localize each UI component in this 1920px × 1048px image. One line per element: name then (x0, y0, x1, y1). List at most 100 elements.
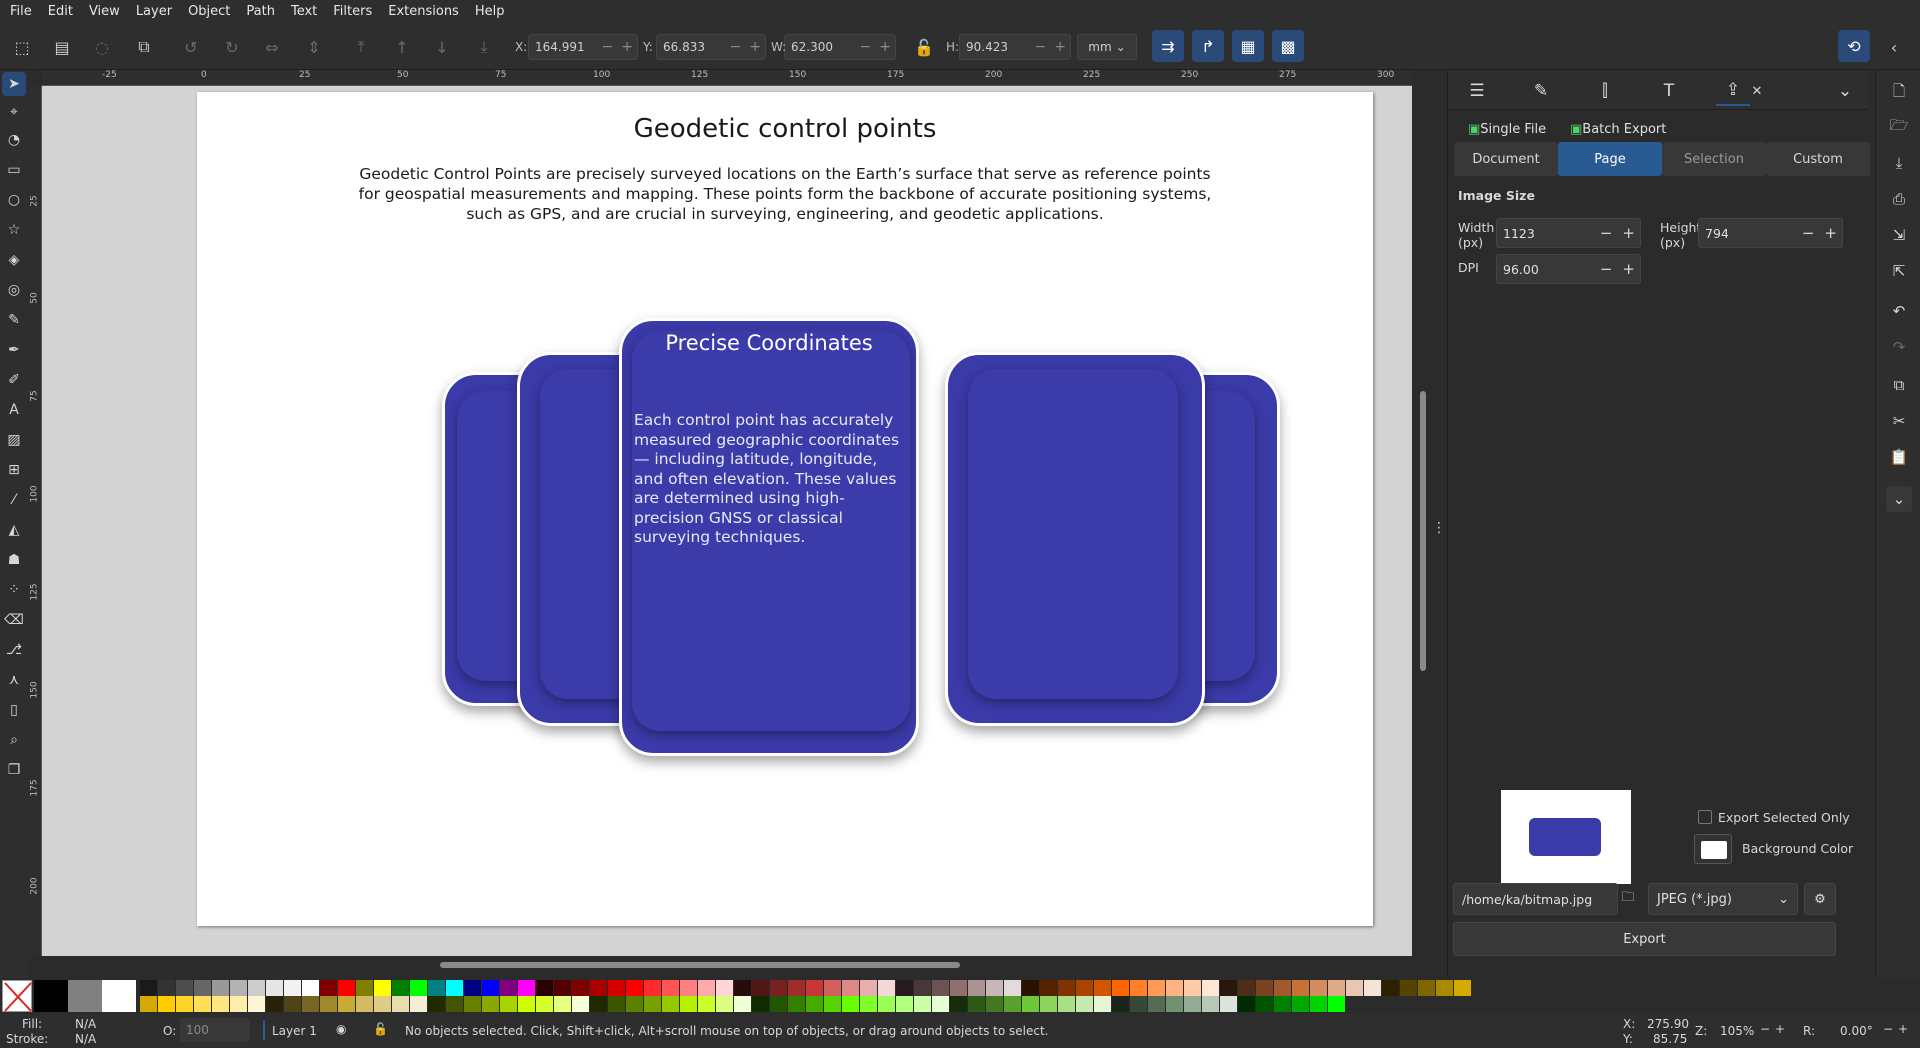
gradient-tool-icon[interactable]: ▨ (2, 428, 26, 452)
color-swatch[interactable] (842, 996, 859, 1012)
rotation-value[interactable]: 0.00° (1840, 1024, 1873, 1038)
area-custom-button[interactable]: Custom (1766, 142, 1870, 176)
color-swatch[interactable] (770, 996, 787, 1012)
box3d-tool-icon[interactable]: ◈ (2, 248, 26, 272)
chevron-down-icon[interactable]: ⌄ (1828, 76, 1862, 106)
plus-icon[interactable]: + (1617, 260, 1640, 278)
color-swatch[interactable] (212, 996, 229, 1012)
color-swatch[interactable] (626, 996, 643, 1012)
pages-tool-icon[interactable]: ❐ (2, 758, 26, 782)
zoom-tool-icon[interactable]: ⌕ (2, 728, 26, 752)
color-swatch[interactable] (176, 996, 193, 1012)
menu-text[interactable]: Text (283, 0, 325, 24)
color-swatch[interactable] (896, 980, 913, 996)
color-swatch[interactable] (410, 980, 427, 996)
plus-icon[interactable]: + (1617, 224, 1640, 242)
color-swatch[interactable] (1418, 980, 1435, 996)
color-swatch[interactable] (824, 980, 841, 996)
open-file-icon[interactable]: 🗁 (1886, 114, 1912, 140)
color-swatch[interactable] (1058, 980, 1075, 996)
color-swatch[interactable] (1184, 996, 1201, 1012)
raise-icon[interactable]: ↑ (388, 33, 416, 61)
color-swatch[interactable] (734, 996, 751, 1012)
color-swatch[interactable] (356, 996, 373, 1012)
menu-help[interactable]: Help (467, 0, 513, 24)
single-file-tab[interactable]: ▣Single File (1468, 122, 1546, 137)
menu-path[interactable]: Path (238, 0, 283, 24)
white-swatch[interactable] (102, 980, 136, 1012)
y-field[interactable]: Y: 66.833 − + (643, 34, 766, 60)
color-swatch[interactable] (500, 980, 517, 996)
move-patterns-icon[interactable]: ▩ (1272, 30, 1304, 62)
color-swatch[interactable] (752, 980, 769, 996)
card-title[interactable]: Precise Coordinates (622, 331, 916, 355)
document-page[interactable]: Geodetic control points Geodetic Control… (197, 92, 1373, 926)
color-swatch[interactable] (374, 980, 391, 996)
width-input[interactable]: 1123 − + (1496, 218, 1641, 248)
color-swatch[interactable] (500, 996, 517, 1012)
node-tool-icon[interactable]: ⌖ (2, 100, 26, 124)
color-swatch[interactable] (1148, 980, 1165, 996)
cut-icon[interactable]: ✂ (1886, 408, 1912, 434)
plus-icon[interactable]: + (745, 39, 765, 55)
spiral-tool-icon[interactable]: ◎ (2, 278, 26, 302)
pencil-tool-icon[interactable]: ✎ (2, 308, 26, 332)
color-swatch[interactable] (302, 996, 319, 1012)
color-swatch[interactable] (1436, 980, 1453, 996)
dropper-tool-icon[interactable]: ⁄ (2, 488, 26, 512)
minus-icon[interactable]: − (1797, 224, 1820, 242)
paste-icon[interactable]: 📋 (1886, 444, 1912, 470)
color-swatch[interactable] (428, 980, 445, 996)
color-swatch[interactable] (806, 980, 823, 996)
dpi-input[interactable]: 96.00 − + (1496, 254, 1641, 284)
color-swatch[interactable] (878, 996, 895, 1012)
plus-icon[interactable]: + (617, 39, 637, 55)
color-swatch[interactable] (482, 980, 499, 996)
black-swatch[interactable] (34, 980, 68, 1012)
color-swatch[interactable] (1292, 980, 1309, 996)
vertical-scrollbar[interactable] (1419, 86, 1427, 956)
color-swatch[interactable] (536, 980, 553, 996)
color-swatch[interactable] (1220, 996, 1237, 1012)
minus-icon[interactable]: − (726, 39, 746, 55)
copy-icon[interactable]: ⧉ (1886, 372, 1912, 398)
menu-file[interactable]: File (2, 0, 40, 24)
shape-builder-icon[interactable]: ◔ (2, 128, 26, 152)
layer-name[interactable]: Layer 1 (272, 1024, 317, 1038)
minus-icon[interactable]: − (1595, 224, 1618, 242)
align-tab-icon[interactable]: ⫿ (1588, 76, 1622, 106)
redo-icon[interactable]: ↷ (1886, 334, 1912, 360)
color-swatch[interactable] (1310, 980, 1327, 996)
minus-icon[interactable]: − (598, 39, 618, 55)
select-same-icon[interactable]: ⧉ (130, 33, 158, 61)
color-swatch[interactable] (518, 980, 535, 996)
move-gradients-icon[interactable]: ▦ (1232, 30, 1264, 62)
horizontal-scrollbar[interactable] (440, 962, 960, 968)
raise-to-top-icon[interactable]: ⤒ (347, 33, 375, 61)
scrollbar-thumb[interactable] (1420, 391, 1426, 671)
pen-tool-icon[interactable]: ✒ (2, 338, 26, 362)
batch-export-tab[interactable]: ▣Batch Export (1570, 122, 1666, 137)
color-swatch[interactable] (878, 980, 895, 996)
color-swatch[interactable] (1076, 980, 1093, 996)
menu-view[interactable]: View (81, 0, 128, 24)
color-swatch[interactable] (1112, 996, 1129, 1012)
export-icon[interactable]: ⇱ (1886, 258, 1912, 284)
color-swatch[interactable] (1058, 996, 1075, 1012)
layers-tab-icon[interactable]: ☰ (1460, 76, 1494, 106)
flip-vertical-icon[interactable]: ⇕ (300, 33, 328, 61)
minus-icon[interactable]: − (1031, 39, 1051, 55)
color-swatch[interactable] (1328, 996, 1345, 1012)
color-swatch[interactable] (896, 996, 913, 1012)
color-swatch[interactable] (986, 980, 1003, 996)
measure-tool-icon[interactable]: ▯ (2, 698, 26, 722)
color-swatch[interactable] (518, 996, 535, 1012)
close-icon[interactable]: ✕ (1740, 76, 1774, 106)
color-swatch[interactable] (788, 996, 805, 1012)
color-swatch[interactable] (788, 980, 805, 996)
color-swatch[interactable] (356, 980, 373, 996)
color-swatch[interactable] (284, 980, 301, 996)
color-swatch[interactable] (1238, 996, 1255, 1012)
page-title[interactable]: Geodetic control points (197, 114, 1373, 144)
color-swatch[interactable] (230, 996, 247, 1012)
